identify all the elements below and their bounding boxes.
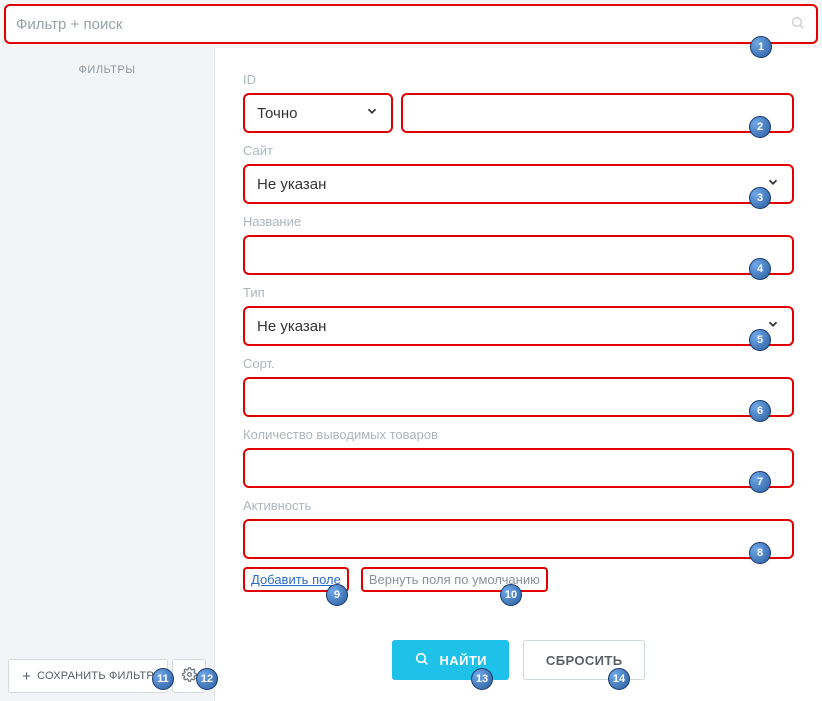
chevron-down-icon xyxy=(766,175,780,193)
reset-label: СБРОСИТЬ xyxy=(546,653,623,668)
sidebar-title: ФИЛЬТРЫ xyxy=(0,48,214,92)
filter-settings-button[interactable] xyxy=(172,659,206,693)
sort-input[interactable] xyxy=(257,389,780,406)
activity-input-wrap[interactable] xyxy=(243,519,794,559)
save-filter-button[interactable]: + СОХРАНИТЬ ФИЛЬТР xyxy=(8,659,168,693)
type-select[interactable]: Не указан xyxy=(243,306,794,346)
find-button[interactable]: НАЙТИ xyxy=(392,640,509,680)
save-filter-label: СОХРАНИТЬ ФИЛЬТР xyxy=(37,670,154,682)
gear-icon xyxy=(182,667,197,685)
plus-icon: + xyxy=(22,668,31,685)
name-label: Название xyxy=(243,214,794,229)
id-input-wrap[interactable] xyxy=(401,93,794,133)
search-icon xyxy=(414,651,430,670)
site-value: Не указан xyxy=(257,176,326,193)
type-label: Тип xyxy=(243,285,794,300)
id-mode-value: Точно xyxy=(257,105,297,122)
add-field-link[interactable]: Добавить поле xyxy=(243,567,349,592)
filter-form: ID Точно Сайт Не указан Название xyxy=(215,48,822,701)
reset-fields-link[interactable]: Вернуть поля по умолчанию xyxy=(361,567,548,592)
name-input-wrap[interactable] xyxy=(243,235,794,275)
search-input[interactable] xyxy=(16,16,790,33)
id-mode-select[interactable]: Точно xyxy=(243,93,393,133)
activity-label: Активность xyxy=(243,498,794,513)
site-label: Сайт xyxy=(243,143,794,158)
type-value: Не указан xyxy=(257,318,326,335)
reset-button[interactable]: СБРОСИТЬ xyxy=(523,640,646,680)
main-wrap: ФИЛЬТРЫ + СОХРАНИТЬ ФИЛЬТР ID Точно xyxy=(0,48,822,701)
chevron-down-icon xyxy=(766,317,780,335)
sort-label: Сорт. xyxy=(243,356,794,371)
find-label: НАЙТИ xyxy=(440,653,487,668)
count-input-wrap[interactable] xyxy=(243,448,794,488)
site-select[interactable]: Не указан xyxy=(243,164,794,204)
chevron-down-icon xyxy=(365,104,379,122)
sidebar: ФИЛЬТРЫ + СОХРАНИТЬ ФИЛЬТР xyxy=(0,48,215,701)
search-icon xyxy=(790,15,806,34)
sort-input-wrap[interactable] xyxy=(243,377,794,417)
name-input[interactable] xyxy=(257,247,780,264)
count-input[interactable] xyxy=(257,460,780,477)
activity-input[interactable] xyxy=(257,531,780,548)
id-label: ID xyxy=(243,72,794,87)
count-label: Количество выводимых товаров xyxy=(243,427,794,442)
id-input[interactable] xyxy=(415,105,780,122)
search-bar[interactable] xyxy=(4,4,818,44)
